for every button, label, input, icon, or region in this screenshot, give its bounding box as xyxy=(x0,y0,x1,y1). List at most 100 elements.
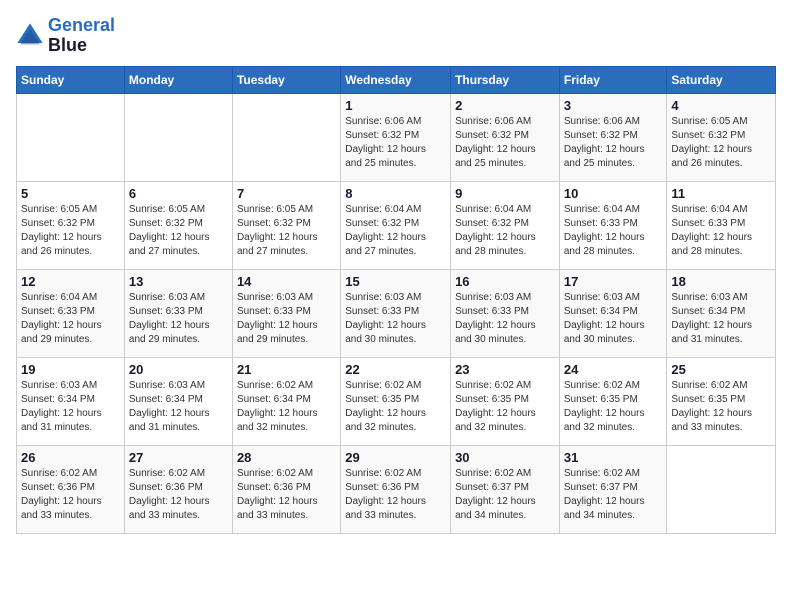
calendar-week-row: 19 Sunrise: 6:03 AMSunset: 6:34 PMDayligh… xyxy=(17,357,776,445)
weekday-header-saturday: Saturday xyxy=(667,66,776,93)
calendar-cell xyxy=(124,93,232,181)
day-info: Sunrise: 6:05 AMSunset: 6:32 PMDaylight:… xyxy=(237,203,336,259)
day-number: 9 xyxy=(455,186,555,201)
day-number: 2 xyxy=(455,98,555,113)
day-number: 30 xyxy=(455,450,555,465)
day-info: Sunrise: 6:04 AMSunset: 6:33 PMDaylight:… xyxy=(671,203,771,259)
calendar-cell xyxy=(667,445,776,533)
calendar-cell: 20Sunrise: 6:03 AMSunset: 6:34 PMDayligh… xyxy=(124,357,232,445)
day-number: 22 xyxy=(345,362,446,377)
calendar-cell: 27 Sunrise: 6:02 AMSunset: 6:36 PMDayligh… xyxy=(124,445,232,533)
calendar-cell: 28 Sunrise: 6:02 AMSunset: 6:36 PMDayligh… xyxy=(232,445,340,533)
day-info: Sunrise: 6:06 AMSunset: 6:32 PMDaylight:… xyxy=(564,115,663,171)
day-info: Sunrise: 6:02 AMSunset: 6:34 PMDaylight:… xyxy=(237,379,336,435)
weekday-header-tuesday: Tuesday xyxy=(232,66,340,93)
day-number: 29 xyxy=(345,450,446,465)
day-number: 23 xyxy=(455,362,555,377)
calendar-table: SundayMondayTuesdayWednesdayThursdayFrid… xyxy=(16,66,776,534)
day-number: 28 xyxy=(237,450,336,465)
day-info: Sunrise: 6:03 AMSunset: 6:33 PMDaylight:… xyxy=(237,291,336,347)
calendar-cell xyxy=(232,93,340,181)
day-info: Sunrise: 6:04 AMSunset: 6:32 PMDaylight:… xyxy=(345,203,446,259)
calendar-week-row: 12Sunrise: 6:04 AMSunset: 6:33 PMDayligh… xyxy=(17,269,776,357)
calendar-cell: 21 Sunrise: 6:02 AMSunset: 6:34 PMDayligh… xyxy=(232,357,340,445)
calendar-cell: 11 Sunrise: 6:04 AMSunset: 6:33 PMDayligh… xyxy=(667,181,776,269)
day-number: 10 xyxy=(564,186,663,201)
day-number: 17 xyxy=(564,274,663,289)
day-info: Sunrise: 6:03 AMSunset: 6:34 PMDaylight:… xyxy=(129,379,228,435)
calendar-cell: 13Sunrise: 6:03 AMSunset: 6:33 PMDayligh… xyxy=(124,269,232,357)
calendar-cell: 7 Sunrise: 6:05 AMSunset: 6:32 PMDaylight… xyxy=(232,181,340,269)
day-info: Sunrise: 6:02 AMSunset: 6:36 PMDaylight:… xyxy=(21,467,120,523)
day-info: Sunrise: 6:03 AMSunset: 6:34 PMDaylight:… xyxy=(671,291,771,347)
day-number: 19 xyxy=(21,362,120,377)
calendar-cell: 22 Sunrise: 6:02 AMSunset: 6:35 PMDayligh… xyxy=(341,357,451,445)
day-number: 11 xyxy=(671,186,771,201)
calendar-cell: 30 Sunrise: 6:02 AMSunset: 6:37 PMDayligh… xyxy=(451,445,560,533)
day-number: 8 xyxy=(345,186,446,201)
day-number: 5 xyxy=(21,186,120,201)
day-info: Sunrise: 6:02 AMSunset: 6:35 PMDaylight:… xyxy=(455,379,555,435)
calendar-cell: 12Sunrise: 6:04 AMSunset: 6:33 PMDayligh… xyxy=(17,269,125,357)
calendar-cell: 19 Sunrise: 6:03 AMSunset: 6:34 PMDayligh… xyxy=(17,357,125,445)
weekday-header-monday: Monday xyxy=(124,66,232,93)
page-header: General Blue xyxy=(16,16,776,56)
logo-icon xyxy=(16,22,44,50)
calendar-cell: 17 Sunrise: 6:03 AMSunset: 6:34 PMDayligh… xyxy=(559,269,667,357)
day-number: 31 xyxy=(564,450,663,465)
logo-text: General Blue xyxy=(48,16,115,56)
calendar-cell: 9 Sunrise: 6:04 AMSunset: 6:32 PMDaylight… xyxy=(451,181,560,269)
day-number: 4 xyxy=(671,98,771,113)
weekday-header-thursday: Thursday xyxy=(451,66,560,93)
calendar-week-row: 26 Sunrise: 6:02 AMSunset: 6:36 PMDayligh… xyxy=(17,445,776,533)
day-info: Sunrise: 6:04 AMSunset: 6:32 PMDaylight:… xyxy=(455,203,555,259)
calendar-cell: 31 Sunrise: 6:02 AMSunset: 6:37 PMDayligh… xyxy=(559,445,667,533)
calendar-cell: 5 Sunrise: 6:05 AMSunset: 6:32 PMDaylight… xyxy=(17,181,125,269)
weekday-header-row: SundayMondayTuesdayWednesdayThursdayFrid… xyxy=(17,66,776,93)
calendar-cell: 14Sunrise: 6:03 AMSunset: 6:33 PMDayligh… xyxy=(232,269,340,357)
calendar-week-row: 1 Sunrise: 6:06 AMSunset: 6:32 PMDaylight… xyxy=(17,93,776,181)
day-info: Sunrise: 6:04 AMSunset: 6:33 PMDaylight:… xyxy=(564,203,663,259)
day-info: Sunrise: 6:02 AMSunset: 6:35 PMDaylight:… xyxy=(671,379,771,435)
day-info: Sunrise: 6:05 AMSunset: 6:32 PMDaylight:… xyxy=(129,203,228,259)
calendar-cell: 1 Sunrise: 6:06 AMSunset: 6:32 PMDaylight… xyxy=(341,93,451,181)
day-info: Sunrise: 6:03 AMSunset: 6:34 PMDaylight:… xyxy=(564,291,663,347)
day-info: Sunrise: 6:02 AMSunset: 6:37 PMDaylight:… xyxy=(564,467,663,523)
day-number: 12 xyxy=(21,274,120,289)
weekday-header-wednesday: Wednesday xyxy=(341,66,451,93)
day-info: Sunrise: 6:03 AMSunset: 6:33 PMDaylight:… xyxy=(345,291,446,347)
day-info: Sunrise: 6:03 AMSunset: 6:33 PMDaylight:… xyxy=(129,291,228,347)
calendar-cell: 29 Sunrise: 6:02 AMSunset: 6:36 PMDayligh… xyxy=(341,445,451,533)
calendar-cell xyxy=(17,93,125,181)
day-number: 26 xyxy=(21,450,120,465)
day-info: Sunrise: 6:03 AMSunset: 6:34 PMDaylight:… xyxy=(21,379,120,435)
calendar-cell: 15 Sunrise: 6:03 AMSunset: 6:33 PMDayligh… xyxy=(341,269,451,357)
calendar-cell: 18 Sunrise: 6:03 AMSunset: 6:34 PMDayligh… xyxy=(667,269,776,357)
weekday-header-sunday: Sunday xyxy=(17,66,125,93)
calendar-cell: 3 Sunrise: 6:06 AMSunset: 6:32 PMDaylight… xyxy=(559,93,667,181)
day-info: Sunrise: 6:05 AMSunset: 6:32 PMDaylight:… xyxy=(671,115,771,171)
day-info: Sunrise: 6:02 AMSunset: 6:36 PMDaylight:… xyxy=(345,467,446,523)
day-info: Sunrise: 6:05 AMSunset: 6:32 PMDaylight:… xyxy=(21,203,120,259)
day-info: Sunrise: 6:02 AMSunset: 6:35 PMDaylight:… xyxy=(564,379,663,435)
day-number: 15 xyxy=(345,274,446,289)
day-number: 16 xyxy=(455,274,555,289)
day-info: Sunrise: 6:02 AMSunset: 6:36 PMDaylight:… xyxy=(237,467,336,523)
calendar-cell: 6Sunrise: 6:05 AMSunset: 6:32 PMDaylight… xyxy=(124,181,232,269)
day-info: Sunrise: 6:03 AMSunset: 6:33 PMDaylight:… xyxy=(455,291,555,347)
day-number: 18 xyxy=(671,274,771,289)
calendar-cell: 4 Sunrise: 6:05 AMSunset: 6:32 PMDaylight… xyxy=(667,93,776,181)
day-info: Sunrise: 6:02 AMSunset: 6:37 PMDaylight:… xyxy=(455,467,555,523)
day-info: Sunrise: 6:02 AMSunset: 6:36 PMDaylight:… xyxy=(129,467,228,523)
day-info: Sunrise: 6:02 AMSunset: 6:35 PMDaylight:… xyxy=(345,379,446,435)
calendar-week-row: 5 Sunrise: 6:05 AMSunset: 6:32 PMDaylight… xyxy=(17,181,776,269)
day-number: 21 xyxy=(237,362,336,377)
day-number: 24 xyxy=(564,362,663,377)
day-number: 3 xyxy=(564,98,663,113)
day-info: Sunrise: 6:06 AMSunset: 6:32 PMDaylight:… xyxy=(455,115,555,171)
calendar-cell: 26 Sunrise: 6:02 AMSunset: 6:36 PMDayligh… xyxy=(17,445,125,533)
day-number: 1 xyxy=(345,98,446,113)
day-info: Sunrise: 6:06 AMSunset: 6:32 PMDaylight:… xyxy=(345,115,446,171)
day-number: 27 xyxy=(129,450,228,465)
day-number: 7 xyxy=(237,186,336,201)
